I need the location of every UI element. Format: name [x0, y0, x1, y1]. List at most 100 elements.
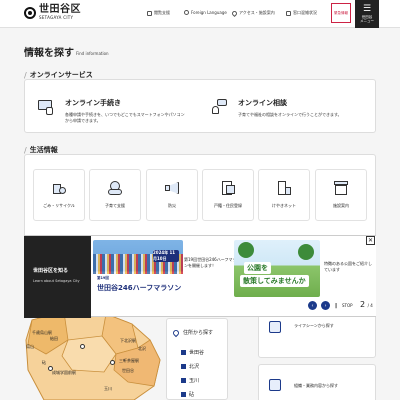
carousel-next-button[interactable]: › [321, 301, 330, 310]
nav-foreign-language-link[interactable]: Foreign Language [184, 10, 227, 15]
marathon-edition-label: 第19回 [97, 276, 109, 280]
baby-icon [107, 181, 123, 195]
tile-keyaki-net[interactable]: けやきネット [258, 169, 310, 221]
district-label: 北沢 [189, 364, 200, 370]
online-consultation-desc: 子育てや福祉の相談をオンラインで行うことができます。 [238, 112, 342, 117]
page: 世田谷区 SETAGAYA CITY 閲覧支援 Foreign Language… [0, 0, 400, 400]
logo-japanese: 世田谷区 [39, 4, 81, 15]
facility-icon [333, 181, 349, 195]
park-walk-slide-image[interactable]: 公園を 散策してみませんか [234, 240, 320, 297]
map-label-tamagawa: 玉川 [104, 386, 112, 391]
life-info-panel: ごみ・リサイクル 子育て支援 防災 戸籍・住民登録 けやきネット 施設案内 [24, 154, 376, 240]
organization-icon [269, 379, 281, 391]
map-station-marker [48, 366, 53, 371]
map-label-shimokitazawa: 下北沢駅 [120, 338, 136, 343]
online-consultation-icon [210, 98, 228, 116]
tree-illustration [238, 242, 254, 258]
megaphone-icon [164, 181, 180, 195]
district-label: 世田谷 [189, 350, 205, 356]
online-procedure-title: オンライン手続き [65, 99, 121, 107]
carousel-total-pages: / 4 [367, 303, 373, 308]
map-label-sangenjaya: 三軒茶屋駅 [119, 358, 139, 363]
nav-access-label: アクセス・施設案内 [239, 10, 275, 15]
about-setagaya-title: 世田谷区を知る [33, 268, 69, 274]
about-setagaya-banner: 世田谷区を知る Learn about Setagaya City 2024年 … [24, 235, 376, 318]
district-label: 砧 [189, 392, 195, 398]
globe-icon [184, 10, 189, 15]
carousel-prev-button[interactable]: ‹ [308, 301, 317, 310]
map-label-karasuyama: 烏山 [26, 344, 34, 349]
emergency-info-label: 緊急情報 [334, 10, 348, 15]
logo-english: SETAGAYA CITY [39, 15, 74, 20]
tile-disaster-prevention[interactable]: 防災 [146, 169, 198, 221]
online-procedure-card[interactable]: オンライン手続き 各種申請や手続きを、いつでもどこでもスマートフォンやパソコンか… [37, 98, 185, 124]
chevron-right-icon: › [324, 302, 327, 309]
banner-close-button[interactable]: ✕ [366, 236, 375, 245]
online-consultation-card[interactable]: オンライン相談 子育てや福祉の相談をオンラインで行うことができます。 [210, 98, 358, 118]
building-icon [276, 181, 292, 195]
district-square-icon [181, 378, 186, 383]
carousel-pager: 2 / 4 [360, 300, 373, 309]
tree-illustration [298, 244, 314, 260]
document-icon [220, 181, 236, 195]
map-label-kitazawa: 北沢 [138, 346, 146, 351]
tile-label: 防災 [168, 203, 176, 208]
park-slide-headline-2: 散策してみませんか [240, 275, 309, 287]
setagaya-emblem-icon [24, 6, 36, 19]
district-square-icon [181, 364, 186, 369]
nav-foreign-language-label: Foreign Language [191, 10, 227, 15]
carousel-stop-button[interactable]: STOP [342, 303, 353, 308]
nav-access-link[interactable]: アクセス・施設案内 [230, 9, 275, 17]
search-by-address-heading[interactable]: 住所から探す [171, 328, 214, 337]
district-link-setagaya[interactable]: 世田谷 [181, 349, 204, 356]
tile-label: 子育て支援 [105, 203, 125, 208]
tile-family-register[interactable]: 戸籍・住民登録 [202, 169, 254, 221]
menu-button[interactable]: ☰ 世田谷 メニュー [355, 0, 379, 28]
map-station-marker [80, 344, 85, 349]
park-slide-headline-1: 公園を [244, 262, 271, 274]
search-by-organization-label: 組織・業務内容から探す [294, 383, 338, 388]
search-by-address-label: 住所から探す [183, 330, 214, 336]
marathon-date-badge: 2024年 11月10日 [153, 250, 179, 262]
close-icon: ✕ [367, 236, 374, 244]
search-by-address-card: 住所から探す 世田谷 北沢 玉川 砧 [166, 318, 228, 400]
district-square-icon [181, 392, 186, 397]
online-services-panel: オンライン手続き 各種申請や手続きを、いつでもどこでもスマートフォンやパソコンか… [24, 79, 376, 133]
counter-icon [286, 10, 291, 16]
pause-icon[interactable]: ‖ [335, 303, 338, 309]
nav-accessibility-link[interactable]: 閲覧支援 [147, 10, 170, 16]
nav-counter-status-link[interactable]: 窓口混雑状況 [286, 10, 317, 16]
district-square-icon [181, 350, 186, 355]
life-scene-icon [269, 321, 281, 333]
map-pin-icon [171, 328, 181, 337]
online-procedure-desc: 各種申請や手続きを、いつでもどこでもスマートフォンやパソコンから申請できます。 [65, 112, 185, 124]
accessibility-icon [147, 10, 152, 16]
about-setagaya-subtitle: Learn about Setagaya City [33, 279, 80, 283]
tile-garbage-recycling[interactable]: ごみ・リサイクル [33, 169, 85, 221]
tile-label: 施設案内 [333, 203, 349, 208]
online-procedure-icon [37, 98, 55, 116]
site-header: 世田谷区 SETAGAYA CITY 閲覧支援 Foreign Language… [0, 0, 400, 28]
page-title: 情報を探す [24, 48, 74, 59]
map-label-seijogakuen: 成城学園前駅 [52, 370, 76, 375]
site-logo[interactable]: 世田谷区 SETAGAYA CITY [24, 5, 81, 20]
search-by-organization-card[interactable]: 組織・業務内容から探す [258, 364, 376, 400]
map-station-marker [110, 360, 115, 365]
nav-accessibility-label: 閲覧支援 [154, 10, 170, 15]
district-link-kinuta[interactable]: 砧 [181, 391, 194, 398]
tile-facility-guide[interactable]: 施設案内 [315, 169, 367, 221]
chevron-left-icon: ‹ [311, 302, 314, 309]
district-link-tamagawa[interactable]: 玉川 [181, 377, 199, 384]
carousel-current-page: 2 [360, 300, 366, 309]
menu-icon: ☰ [362, 3, 372, 14]
tile-label: 戸籍・住民登録 [214, 203, 242, 208]
half-marathon-slide-image[interactable]: 2024年 11月10日 第19回 世田谷246ハーフマラソン [93, 240, 183, 297]
tile-childcare-support[interactable]: 子育て支援 [89, 169, 141, 221]
about-setagaya-panel[interactable]: 世田谷区を知る Learn about Setagaya City [24, 236, 91, 318]
district-link-kitazawa[interactable]: 北沢 [181, 363, 199, 370]
park-caption[interactable]: 特徴のある公園をご紹介しています [324, 261, 372, 273]
map-pin-icon [230, 9, 239, 17]
tile-label: ごみ・リサイクル [43, 203, 75, 208]
map-label-chitose-karasuyama: 千歳烏山駅 [32, 330, 52, 335]
emergency-info-button[interactable]: 緊急情報 [331, 3, 351, 23]
